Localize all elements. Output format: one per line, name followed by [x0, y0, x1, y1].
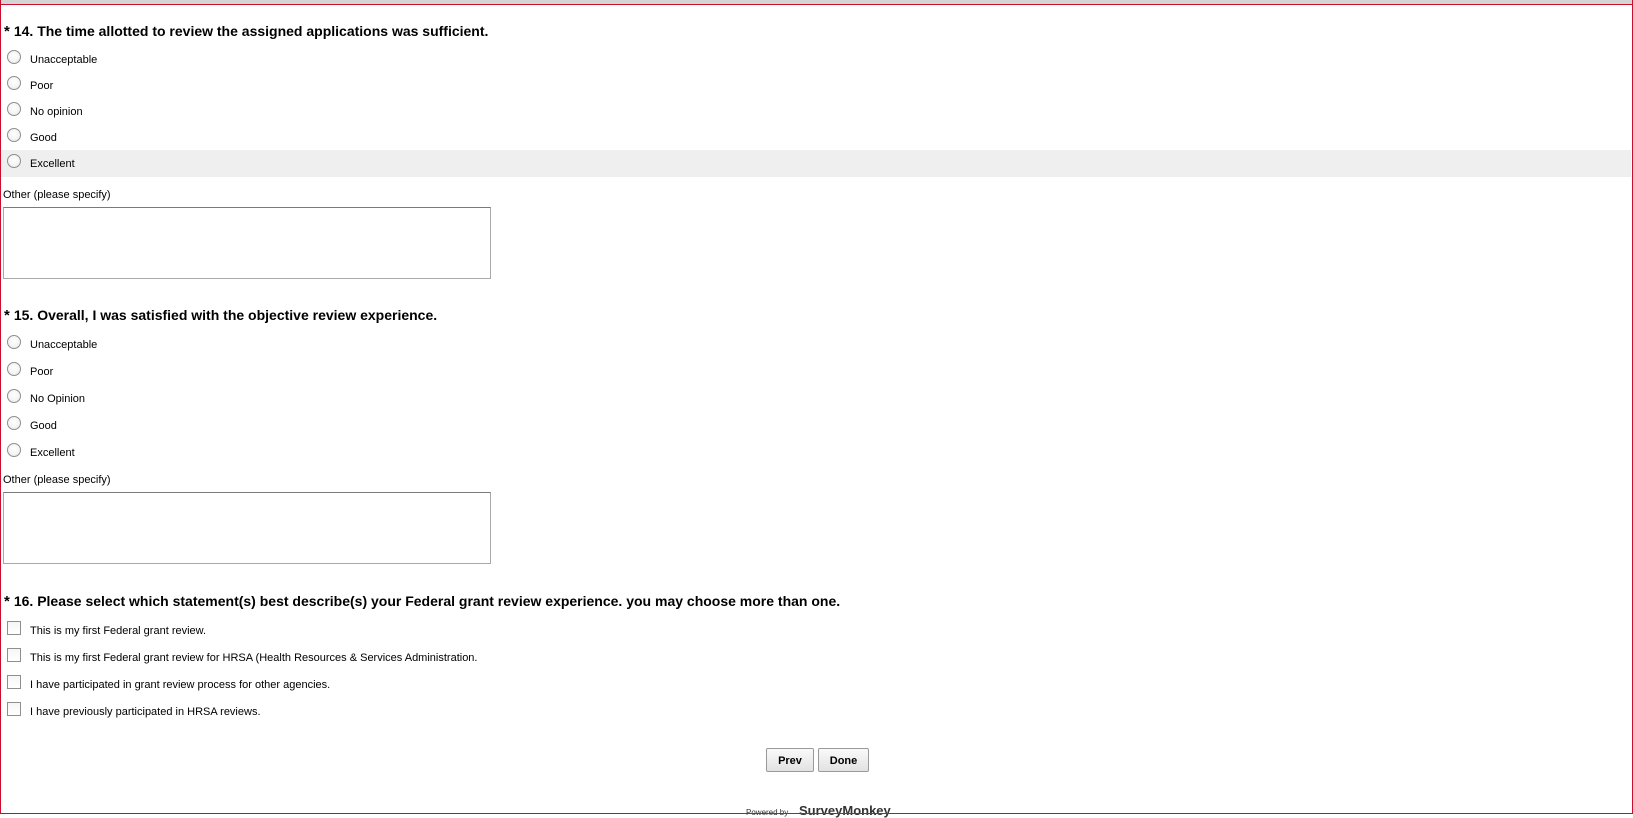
q14-option-no-opinion[interactable]: No opinion	[0, 98, 1631, 125]
radio-button[interactable]	[7, 154, 21, 168]
required-marker: *	[4, 593, 10, 610]
option-label: This is my first Federal grant review.	[30, 625, 207, 637]
option-label: I have participated in grant review proc…	[30, 679, 331, 691]
q16-option-first-hrsa-review[interactable]: This is my first Federal grant review fo…	[0, 644, 1631, 671]
question-14-title: * 14. The time allotted to review the ass…	[4, 23, 488, 40]
question-15-title: * 15. Overall, I was satisfied with the o…	[4, 307, 437, 324]
option-label: Unacceptable	[30, 339, 98, 351]
q15-other-label: Other (please specify)	[3, 474, 111, 486]
radio-button[interactable]	[7, 335, 21, 349]
option-label: This is my first Federal grant review fo…	[30, 652, 478, 664]
checkbox[interactable]	[7, 702, 21, 716]
option-label: Poor	[30, 80, 54, 92]
q14-other-label: Other (please specify)	[3, 189, 111, 201]
radio-button[interactable]	[7, 389, 21, 403]
q14-option-good[interactable]: Good	[0, 124, 1631, 151]
q15-option-poor[interactable]: Poor	[0, 358, 1631, 385]
q16-option-previous-hrsa[interactable]: I have previously participated in HRSA r…	[0, 698, 1631, 725]
q15-other-textarea[interactable]	[3, 492, 491, 564]
powered-by-text: Powered by	[746, 808, 789, 817]
radio-button[interactable]	[7, 362, 21, 376]
option-label: Poor	[30, 366, 54, 378]
radio-button[interactable]	[7, 102, 21, 116]
q14-option-excellent[interactable]: Excellent	[0, 150, 1631, 177]
prev-button[interactable]: Prev	[766, 748, 814, 772]
question-15-text: 15. Overall, I was satisfied with the ob…	[13, 307, 438, 323]
option-label: Excellent	[30, 158, 75, 170]
option-label: No opinion	[30, 106, 83, 118]
done-button[interactable]: Done	[818, 748, 869, 772]
option-label: Excellent	[30, 447, 75, 459]
checkbox[interactable]	[7, 675, 21, 689]
question-16-title: * 16. Please select which statement(s) be…	[4, 593, 840, 610]
radio-button[interactable]	[7, 50, 21, 64]
option-label: Good	[30, 420, 57, 432]
radio-button[interactable]	[7, 128, 21, 142]
checkbox[interactable]	[7, 648, 21, 662]
radio-button[interactable]	[7, 443, 21, 457]
q14-other-textarea[interactable]	[3, 207, 491, 279]
radio-button[interactable]	[7, 76, 21, 90]
top-border	[0, 0, 1633, 5]
required-marker: *	[4, 307, 10, 324]
q15-option-no-opinion[interactable]: No Opinion	[0, 385, 1631, 412]
q14-option-poor[interactable]: Poor	[0, 72, 1631, 99]
required-marker: *	[4, 23, 10, 40]
option-label: Good	[30, 132, 57, 144]
checkbox[interactable]	[7, 621, 21, 635]
option-label: Unacceptable	[30, 54, 98, 66]
q16-option-first-federal-review[interactable]: This is my first Federal grant review.	[0, 617, 1631, 644]
option-label: No Opinion	[30, 393, 86, 405]
q15-option-good[interactable]: Good	[0, 412, 1631, 439]
radio-button[interactable]	[7, 416, 21, 430]
q15-option-unacceptable[interactable]: Unacceptable	[0, 331, 1631, 358]
q14-option-unacceptable[interactable]: Unacceptable	[0, 46, 1631, 73]
q16-option-other-agencies[interactable]: I have participated in grant review proc…	[0, 671, 1631, 698]
surveymonkey-logo[interactable]: SurveyMonkey	[799, 803, 891, 818]
q15-option-excellent[interactable]: Excellent	[0, 439, 1631, 466]
question-14-text: 14. The time allotted to review the assi…	[13, 23, 489, 39]
question-16-text: 16. Please select which statement(s) bes…	[13, 593, 841, 609]
option-label: I have previously participated in HRSA r…	[30, 706, 261, 718]
